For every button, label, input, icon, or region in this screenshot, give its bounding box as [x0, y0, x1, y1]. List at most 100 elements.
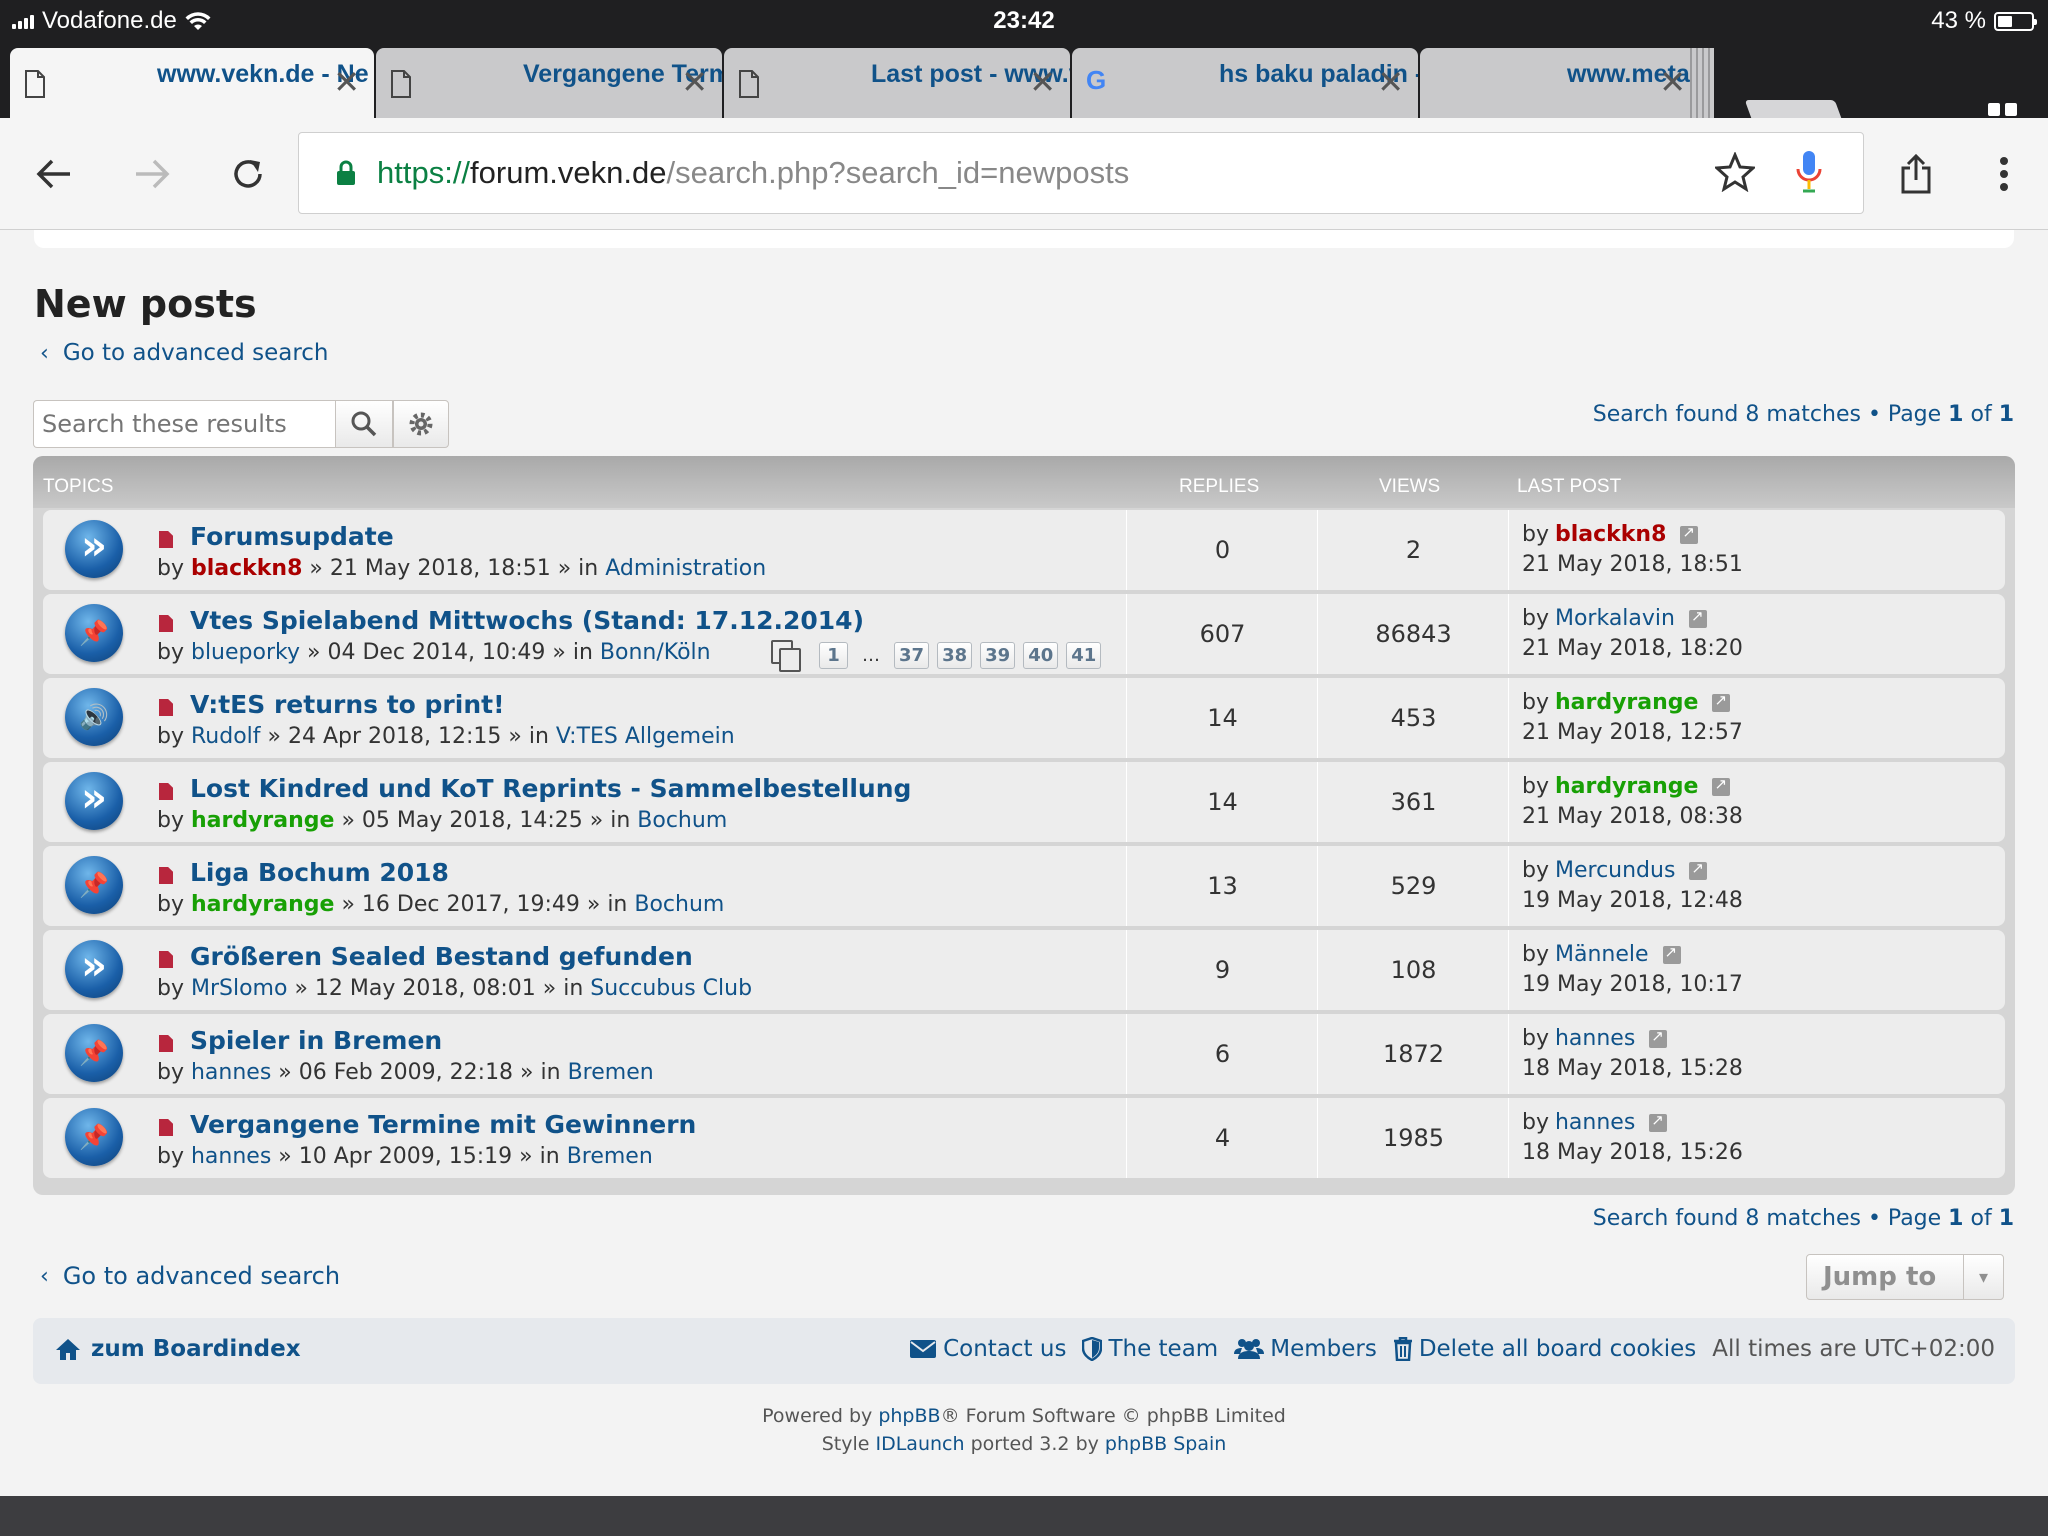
forum-link[interactable]: Succubus Club [590, 976, 752, 1001]
close-icon[interactable]: ✕ [1659, 66, 1686, 98]
author-link[interactable]: blackkn8 [191, 556, 302, 581]
page-number-link[interactable]: 38 [937, 641, 973, 669]
topic-list-panel: TOPICS REPLIES VIEWS LAST POST Forumsupd… [33, 456, 2015, 1195]
bookmark-star-icon[interactable] [1715, 152, 1755, 192]
menu-button[interactable] [1976, 146, 2032, 202]
unread-post-icon[interactable] [159, 783, 173, 800]
forum-link[interactable]: Bremen [567, 1144, 653, 1169]
goto-last-post-icon[interactable] [1680, 523, 1699, 544]
last-post-author-link[interactable]: blackkn8 [1555, 522, 1666, 547]
close-icon[interactable]: ✕ [1377, 66, 1404, 98]
back-button[interactable] [26, 146, 82, 202]
forum-link[interactable]: Bremen [568, 1060, 654, 1085]
in-label: in [563, 976, 584, 1001]
page-number-link[interactable]: 37 [894, 641, 930, 669]
topic-title-link[interactable]: Forumsupdate [190, 522, 394, 551]
topic-title-link[interactable]: V:tES returns to print! [190, 690, 504, 719]
topic-title-link[interactable]: Lost Kindred und KoT Reprints - Sammelbe… [190, 774, 911, 803]
style-author-link[interactable]: phpBB Spain [1105, 1433, 1226, 1455]
page-number-link[interactable]: 40 [1023, 641, 1059, 669]
tab-last-post[interactable]: Last post - www.v ✕ [724, 48, 1070, 118]
current-page: 1 [1948, 402, 1964, 427]
last-post-author-link[interactable]: Mercundus [1555, 858, 1675, 883]
topic-cell: Lost Kindred und KoT Reprints - Sammelbe… [43, 762, 1127, 842]
close-icon[interactable]: ✕ [1029, 66, 1056, 98]
last-post-author-link[interactable]: Männele [1555, 942, 1649, 967]
replies-count: 4 [1128, 1098, 1318, 1178]
author-link[interactable]: blueporky [191, 640, 300, 665]
author-link[interactable]: hardyrange [191, 892, 334, 917]
style-link[interactable]: IDLaunch [875, 1433, 964, 1455]
topic-title-link[interactable]: Spieler in Bremen [190, 1026, 442, 1055]
views-count: 529 [1319, 846, 1509, 926]
tab-vekn-new-posts[interactable]: www.vekn.de - Ne ✕ [10, 48, 374, 118]
page-number-link[interactable]: 39 [980, 641, 1016, 669]
author-link[interactable]: hardyrange [191, 808, 334, 833]
goto-last-post-icon[interactable] [1712, 691, 1731, 712]
address-bar[interactable]: https://forum.vekn.de/search.php?search_… [298, 132, 1864, 214]
unread-post-icon[interactable] [159, 1119, 173, 1136]
last-post-author-link[interactable]: hardyrange [1555, 690, 1698, 715]
jump-to-dropdown[interactable]: Jump to ▾ [1806, 1254, 2004, 1300]
tab-vergangene-termine[interactable]: Vergangene Termi ✕ [376, 48, 722, 118]
unread-post-icon[interactable] [159, 531, 173, 548]
topic-title-link[interactable]: Vtes Spielabend Mittwochs (Stand: 17.12.… [190, 606, 864, 635]
author-link[interactable]: hannes [191, 1144, 271, 1169]
goto-last-post-icon[interactable] [1689, 859, 1708, 880]
by-label: by [157, 556, 184, 581]
close-icon[interactable]: ✕ [333, 66, 360, 98]
table-row: Spieler in Bremen by hannes » 06 Feb 2009… [43, 1014, 2005, 1094]
search-button[interactable] [335, 400, 393, 448]
tab-google-search[interactable]: G hs baku paladin - ✕ [1072, 48, 1418, 118]
unread-post-icon[interactable] [159, 951, 173, 968]
forum-link[interactable]: V:TES Allgemein [556, 724, 735, 749]
goto-last-post-icon[interactable] [1712, 775, 1731, 796]
unread-post-icon[interactable] [159, 1035, 173, 1052]
copyright: Powered by phpBB® Forum Software © phpBB… [0, 1402, 2048, 1458]
unread-post-icon[interactable] [159, 867, 173, 884]
views-count: 108 [1319, 930, 1509, 1010]
goto-last-post-icon[interactable] [1662, 943, 1681, 964]
last-post-author-link[interactable]: hannes [1555, 1026, 1635, 1051]
topic-title-link[interactable]: Größeren Sealed Bestand gefunden [190, 942, 693, 971]
advanced-search-link-top[interactable]: ‹ Go to advanced search [40, 340, 329, 366]
author-link[interactable]: MrSlomo [191, 976, 287, 1001]
members-link[interactable]: Members [1234, 1336, 1377, 1362]
phpbb-link[interactable]: phpBB [878, 1405, 940, 1427]
topic-title-link[interactable]: Liga Bochum 2018 [190, 858, 449, 887]
delete-cookies-link[interactable]: Delete all board cookies [1393, 1336, 1696, 1362]
author-link[interactable]: hannes [191, 1060, 271, 1085]
search-results-input[interactable] [33, 400, 335, 448]
battery-percent: 43 % [1931, 7, 1986, 34]
last-post-author-link[interactable]: hardyrange [1555, 774, 1698, 799]
board-index-link[interactable]: zum Boardindex [55, 1336, 301, 1362]
reload-button[interactable] [220, 146, 276, 202]
last-post-author-line: by hannes [1522, 1026, 1668, 1051]
unread-post-icon[interactable] [159, 699, 173, 716]
share-button[interactable] [1888, 146, 1944, 202]
topic-title-link[interactable]: Vergangene Termine mit Gewinnern [190, 1110, 696, 1139]
page-number-link[interactable]: 41 [1066, 641, 1102, 669]
goto-last-post-icon[interactable] [1688, 607, 1707, 628]
forum-link[interactable]: Bochum [634, 892, 724, 917]
header-bottom-edge [34, 230, 2014, 248]
goto-last-post-icon[interactable] [1649, 1027, 1668, 1048]
forum-link[interactable]: Bonn/Köln [600, 640, 711, 665]
forum-link[interactable]: Administration [605, 556, 766, 581]
forum-link[interactable]: Bochum [637, 808, 727, 833]
contact-us-link[interactable]: Contact us [909, 1336, 1066, 1362]
goto-last-post-icon[interactable] [1649, 1111, 1668, 1132]
unread-post-icon[interactable] [159, 615, 173, 632]
tab-metabomb[interactable]: www.metabomb. ✕ [1420, 48, 1700, 118]
last-post-author-link[interactable]: hannes [1555, 1110, 1635, 1135]
in-label: in [578, 556, 599, 581]
last-post-author-link[interactable]: Morkalavin [1555, 606, 1675, 631]
advanced-search-button[interactable] [393, 400, 449, 448]
advanced-search-link-bottom[interactable]: ‹ Go to advanced search [40, 1262, 340, 1290]
author-link[interactable]: Rudolf [191, 724, 261, 749]
forward-button[interactable] [124, 146, 180, 202]
page-number-link[interactable]: 1 [819, 641, 848, 669]
team-link[interactable]: The team [1082, 1336, 1218, 1362]
microphone-icon[interactable] [1795, 149, 1823, 195]
close-icon[interactable]: ✕ [681, 66, 708, 98]
